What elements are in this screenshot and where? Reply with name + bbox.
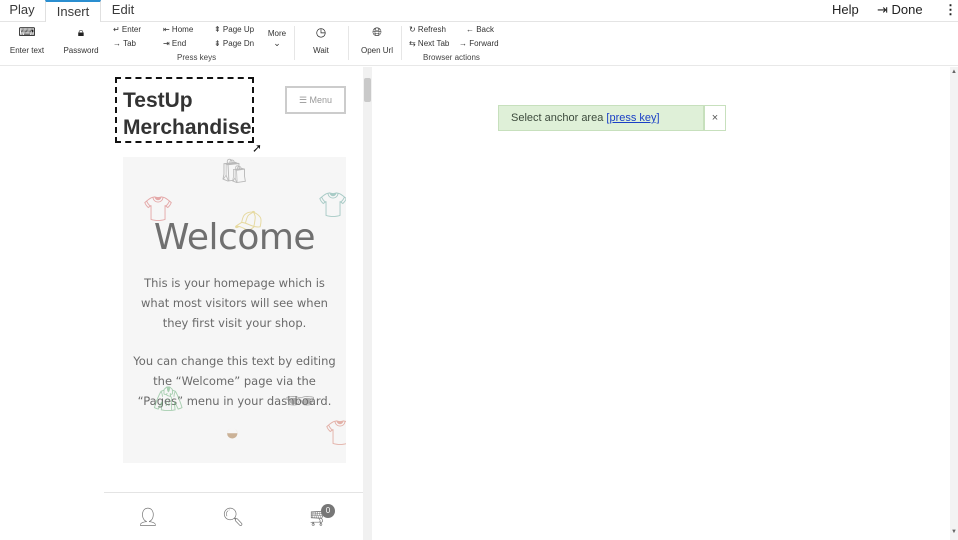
menu-button[interactable]: ☰ Menu xyxy=(285,86,346,114)
preview-scrollbar-thumb[interactable] xyxy=(364,78,371,102)
footer-divider xyxy=(104,492,363,493)
toast-text: Select anchor area xyxy=(511,112,607,124)
kebab-icon[interactable]: ⋮ xyxy=(944,0,957,22)
password-button[interactable]: 🔒︎ Password xyxy=(60,24,102,55)
toolbar-divider xyxy=(401,26,402,60)
enter-text-button[interactable]: ⌨ Enter text xyxy=(6,24,48,55)
scroll-up-icon[interactable]: ▲ xyxy=(951,69,957,75)
welcome-heading: Welcome xyxy=(153,217,316,258)
tab-edit[interactable]: Edit xyxy=(102,0,144,22)
key-page-up[interactable]: ⇞ Page Up xyxy=(214,25,254,34)
sunglasses-icon: 🕶︎ xyxy=(285,388,316,415)
globe-icon: 🌐︎ xyxy=(372,25,382,39)
anchor-selection-box[interactable]: TestUp Merchandise xyxy=(115,77,254,143)
browser-actions-label: Browser actions xyxy=(423,53,480,62)
user-icon[interactable]: 👤︎ xyxy=(135,504,161,530)
refresh-button[interactable]: ↻ Refresh xyxy=(409,25,446,34)
enter-text-label: Enter text xyxy=(9,46,45,55)
next-tab-button[interactable]: ⇆ Next Tab xyxy=(409,39,449,48)
password-label: Password xyxy=(63,46,99,55)
chevron-down-icon: ⌄ xyxy=(273,38,281,48)
key-tab[interactable]: → Tab xyxy=(113,39,136,48)
cart-count-badge: 0 xyxy=(321,504,335,518)
search-icon[interactable]: 🔍︎ xyxy=(220,504,246,530)
welcome-hero: 🛍︎ 👕︎ 🧢︎ 👕︎ Welcome This is your homepag… xyxy=(123,157,346,463)
welcome-paragraph: This is your homepage which is what most… xyxy=(141,276,328,330)
wait-button[interactable]: ◷ Wait xyxy=(303,24,339,55)
more-label: More xyxy=(267,29,287,38)
toolbar-divider xyxy=(294,26,295,60)
tshirt-icon: 👕︎ xyxy=(318,192,346,219)
key-enter[interactable]: ↵ Enter xyxy=(113,25,141,34)
lock-icon: 🔒︎ xyxy=(77,25,85,39)
help-link[interactable]: Help xyxy=(832,0,859,22)
shopping-bag-icon: 🛍︎ xyxy=(219,158,250,185)
site-title[interactable]: TestUp Merchandise xyxy=(123,87,252,141)
press-key-link[interactable]: [press key] xyxy=(606,112,659,124)
clock-icon: ◷ xyxy=(315,25,327,39)
done-label: Done xyxy=(891,2,923,17)
tshirt-icon: 👕︎ xyxy=(325,420,346,447)
more-keys-button[interactable]: More ⌄ xyxy=(266,29,288,49)
keyboard-icon: ⌨ xyxy=(18,25,36,39)
anchor-hint-toast: Select anchor area [press key] xyxy=(498,105,704,131)
forward-button[interactable]: → Forward xyxy=(459,39,499,48)
insert-toolbar: ⌨ Enter text 🔒︎ Password ↵ Enter → Tab ⇤… xyxy=(0,22,958,66)
wait-label: Wait xyxy=(313,46,329,55)
signout-icon: ⇥ xyxy=(877,2,888,17)
tab-insert[interactable]: Insert xyxy=(45,0,101,23)
key-end[interactable]: ⇥ End xyxy=(163,39,186,48)
menu-label: Menu xyxy=(309,95,333,105)
hoodie-icon: 🧥︎ xyxy=(153,386,184,413)
page-scrollbar[interactable]: ▲ ▼ xyxy=(950,67,958,540)
open-url-label: Open Url xyxy=(360,46,393,55)
open-url-button[interactable]: 🌐︎ Open Url xyxy=(356,24,398,55)
scroll-down-icon[interactable]: ▼ xyxy=(951,529,957,535)
top-bar: Play Insert Edit Help ⇥ Done ⋮ xyxy=(0,0,958,23)
key-page-down[interactable]: ⇟ Page Dn xyxy=(214,39,254,48)
back-button[interactable]: ← Back xyxy=(466,25,494,34)
tab-play[interactable]: Play xyxy=(0,0,44,22)
preview-scrollbar[interactable] xyxy=(363,67,372,540)
done-button[interactable]: ⇥ Done xyxy=(877,0,923,22)
key-home[interactable]: ⇤ Home xyxy=(163,25,193,34)
press-keys-label: Press keys xyxy=(177,53,217,62)
close-icon[interactable]: × xyxy=(704,105,726,131)
toolbar-divider xyxy=(348,26,349,60)
beanie-icon: ◒ xyxy=(225,419,240,446)
mouse-cursor-icon: ➚ xyxy=(252,141,263,155)
hamburger-icon: ☰ xyxy=(298,95,308,105)
